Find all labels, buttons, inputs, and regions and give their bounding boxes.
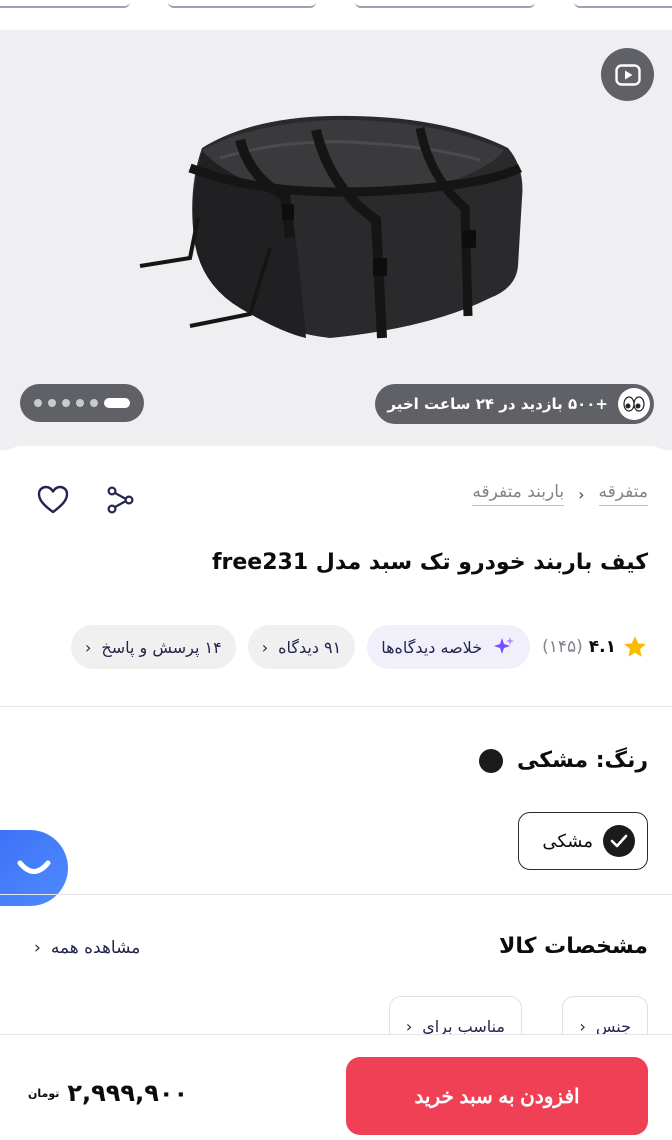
breadcrumb-item-misc-rack[interactable]: باربند متفرقه (472, 482, 565, 506)
bottom-purchase-bar: افزودن به سبد خرید تومان ۲,۹۹۹,۹۰۰ (0, 1034, 672, 1140)
chevron-left-icon: ‹ (578, 484, 585, 504)
heart-icon[interactable] (36, 484, 70, 516)
sparkle-icon (494, 637, 515, 654)
rating-count: (۱۴۵) (542, 637, 583, 657)
color-option-name: مشکی (542, 830, 593, 852)
reviews-chip[interactable]: ۹۱ دیدگاه ‹ (247, 625, 356, 669)
pagination-dot (76, 399, 84, 407)
reviews-label: ۹۱ دیدگاه (278, 637, 342, 657)
divider (0, 894, 672, 895)
color-option-black[interactable]: مشکی (518, 812, 648, 870)
share-icon[interactable] (104, 484, 136, 516)
specs-heading: مشخصات کالا (498, 934, 648, 959)
specs-see-all-link[interactable]: مشاهده همه ‹ (34, 938, 140, 958)
rating[interactable]: ۴.۱ (۱۴۵) (542, 634, 648, 660)
product-title: کیف باربند خودرو تک سبد مدل free231 (211, 550, 648, 575)
reviews-summary-chip[interactable]: خلاصه دیدگاه‌ها (367, 625, 531, 669)
product-image[interactable] (130, 88, 530, 388)
rating-score: ۴.۱ (588, 637, 616, 657)
pagination-dot (90, 399, 98, 407)
pagination-dot-active (104, 398, 130, 408)
color-label: رنگ: مشکی (517, 748, 648, 773)
chevron-left-icon: ‹ (84, 637, 92, 657)
star-icon (624, 636, 646, 657)
price-amount: ۲,۹۹۹,۹۰۰ (67, 1079, 189, 1107)
spec-chip-label: جنس (595, 1016, 631, 1036)
product-gallery[interactable]: +۵۰۰ بازدید در ۲۴ ساعت اخیر (0, 30, 672, 450)
color-selector-header: رنگ: مشکی (479, 748, 648, 773)
chevron-left-icon: ‹ (579, 1016, 586, 1036)
check-icon (603, 825, 635, 857)
qa-label: ۱۴ پرسش و پاسخ (101, 637, 222, 657)
product-meta-row: ۴.۱ (۱۴۵) خلاصه دیدگاه‌ها ۹۱ دیدگاه ‹ ۱۴… (18, 624, 648, 670)
reviews-summary-label: خلاصه دیدگاه‌ها (381, 637, 483, 657)
chevron-left-icon: ‹ (261, 637, 269, 657)
pagination-dot (62, 399, 70, 407)
divider (0, 706, 672, 707)
color-swatch (479, 748, 504, 773)
see-all-label: مشاهده همه (50, 938, 141, 958)
eyes-icon (618, 388, 650, 420)
gallery-pagination[interactable] (20, 384, 144, 422)
chevron-left-icon: ‹ (34, 938, 41, 958)
play-icon (614, 63, 641, 86)
chevron-left-icon: ‹ (405, 1016, 413, 1036)
product-page: +۵۰۰ بازدید در ۲۴ ساعت اخیر متفرقه ‹ بار… (0, 0, 672, 1140)
pagination-dot (48, 399, 56, 407)
breadcrumb-item-misc[interactable]: متفرقه (598, 482, 648, 506)
breadcrumb: متفرقه ‹ باربند متفرقه (472, 482, 648, 506)
spec-chip-label: مناسب برای (422, 1016, 505, 1036)
views-text: +۵۰۰ بازدید در ۲۴ ساعت اخیر (387, 395, 608, 413)
video-play-button[interactable] (601, 48, 654, 101)
price: تومان ۲,۹۹۹,۹۰۰ (28, 1079, 188, 1107)
currency-label: تومان (28, 1086, 60, 1100)
pagination-dot (34, 399, 42, 407)
recent-views-badge: +۵۰۰ بازدید در ۲۴ ساعت اخیر (375, 384, 654, 424)
smile-icon (17, 860, 51, 874)
qa-chip[interactable]: ۱۴ پرسش و پاسخ ‹ (70, 625, 236, 669)
add-to-cart-button[interactable]: افزودن به سبد خرید (346, 1057, 648, 1135)
category-chips-strip (0, 0, 672, 30)
